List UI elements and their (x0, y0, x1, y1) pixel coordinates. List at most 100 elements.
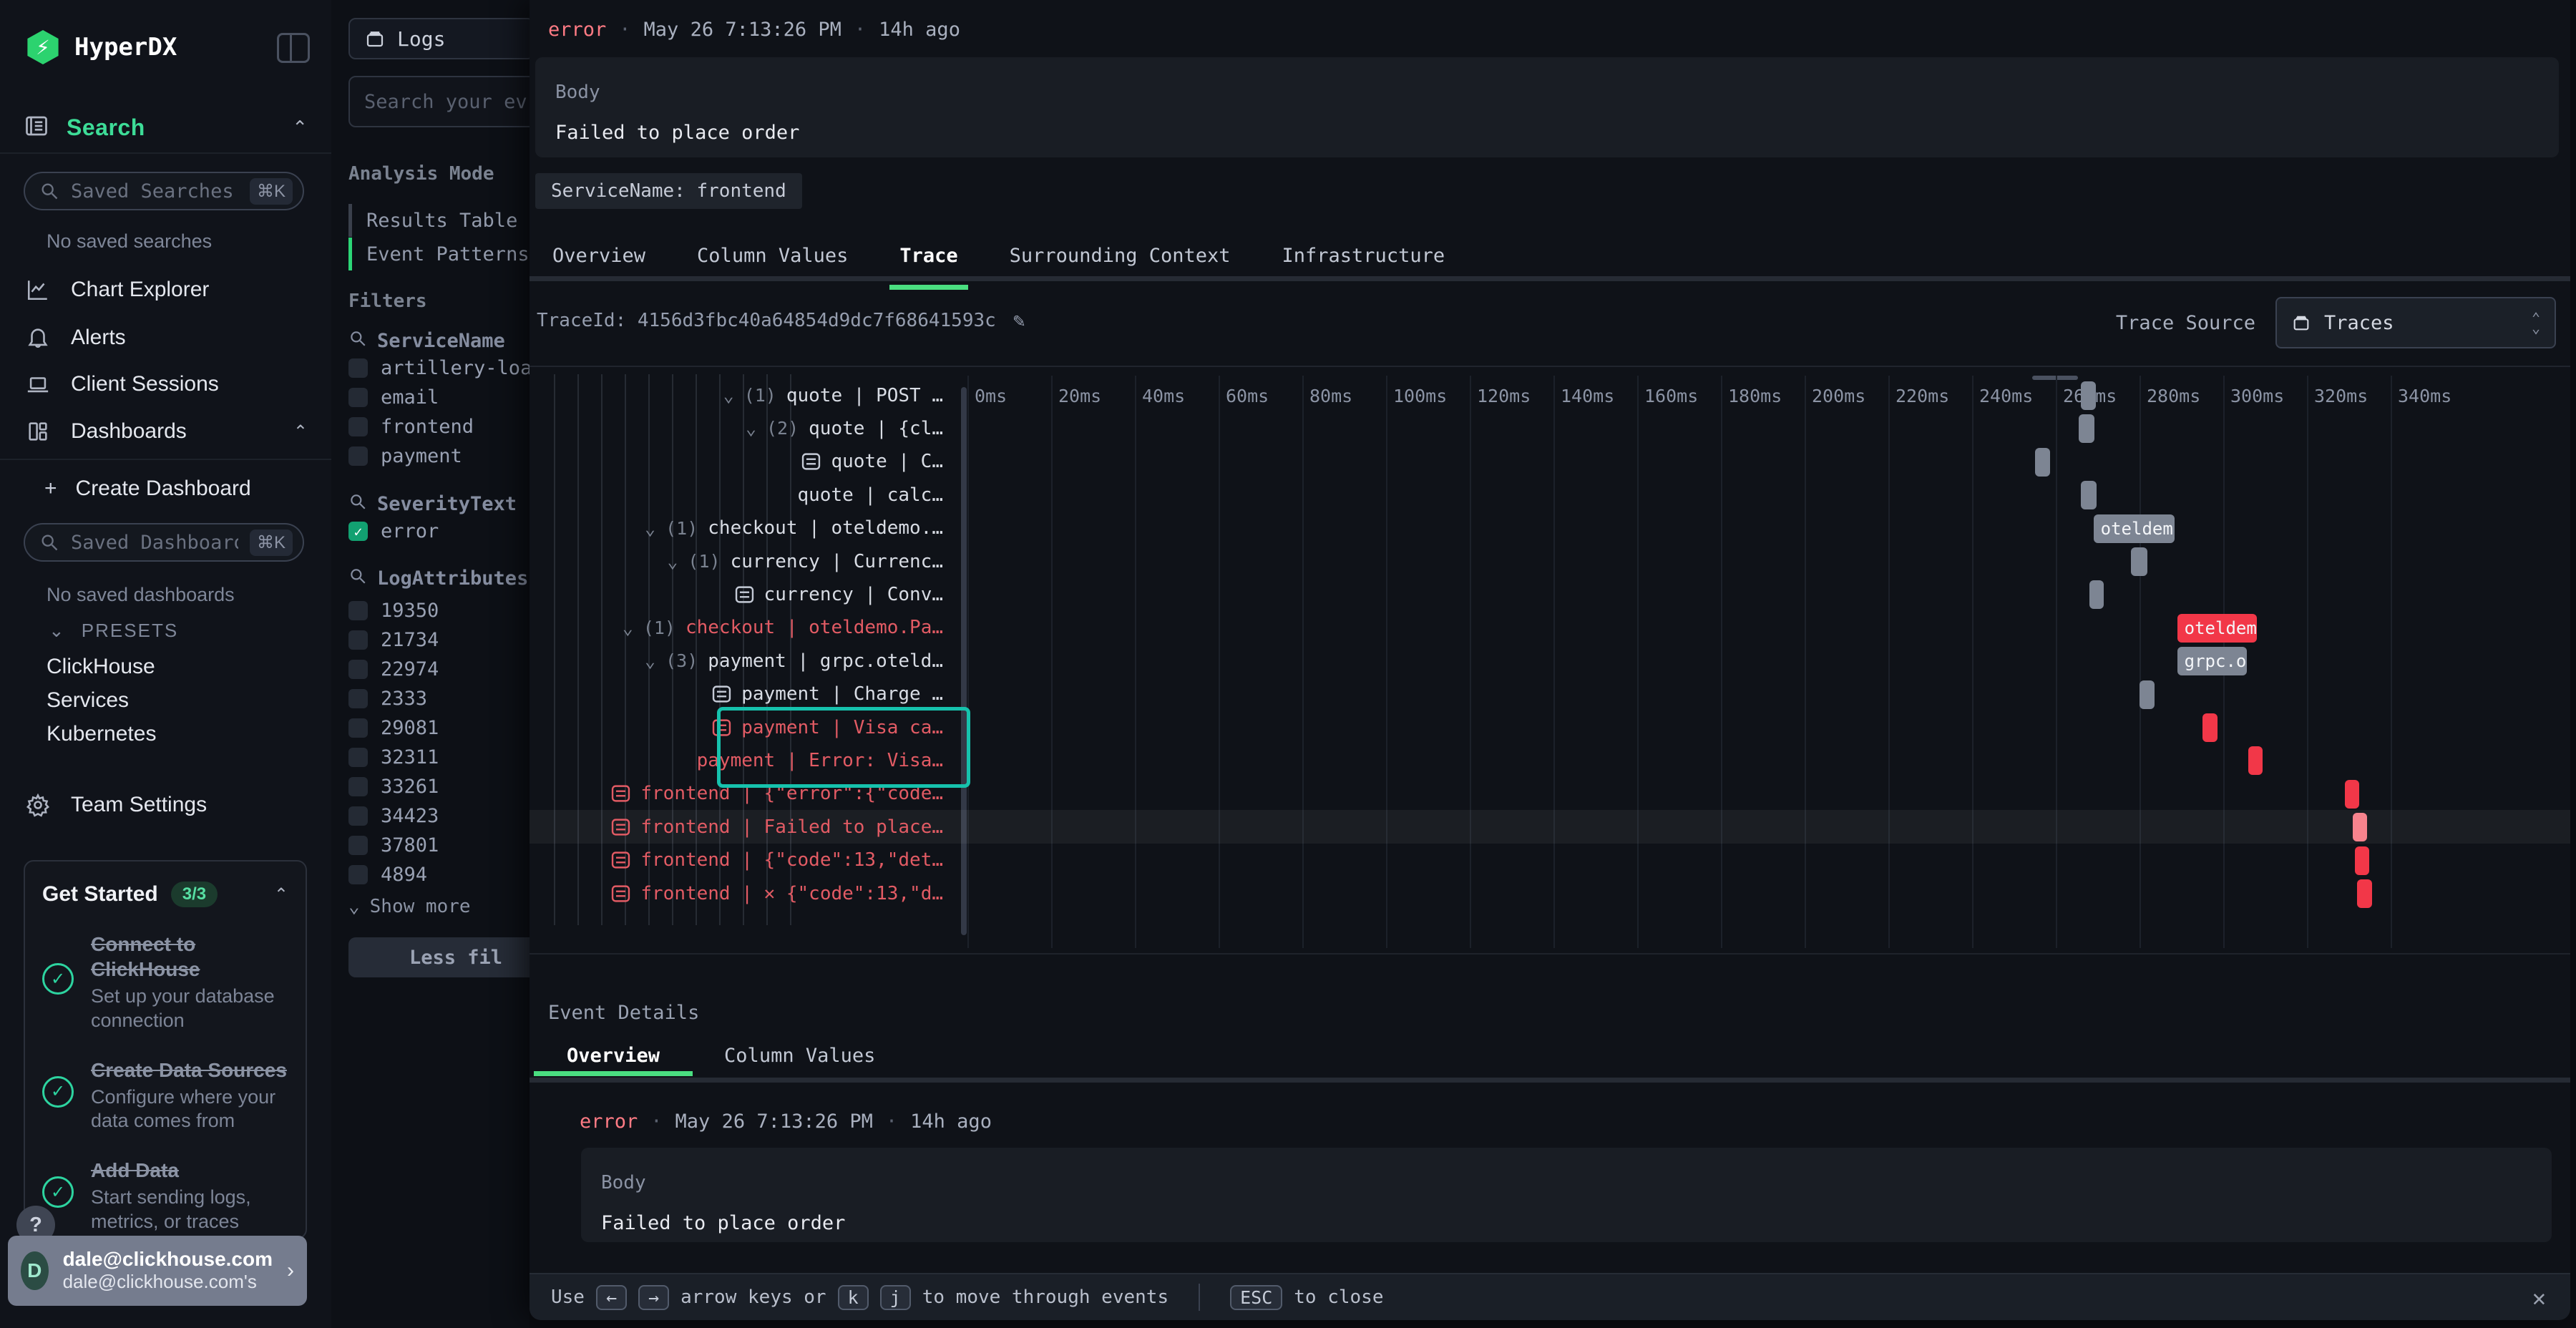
span-duration-bar[interactable] (2357, 879, 2372, 908)
span-duration-bar[interactable]: oteldem (2094, 514, 2175, 543)
span-row-label[interactable]: ⌄(2)quote | {cl… (530, 411, 956, 445)
filter-option-29081[interactable]: 29081 (348, 717, 439, 739)
span-duration-bar[interactable] (2202, 713, 2218, 742)
get-started-item[interactable]: ✓Add DataStart sending logs, metrics, or… (42, 1158, 288, 1234)
chevron-up-icon[interactable]: ⌃ (292, 117, 308, 139)
tab-surrounding-context[interactable]: Surrounding Context (1010, 245, 1231, 270)
span-duration-bar[interactable] (2345, 780, 2359, 809)
span-duration-bar[interactable] (2355, 846, 2369, 875)
filter-option-33261[interactable]: 33261 (348, 776, 439, 798)
span-row-label[interactable]: quote | calc… (530, 478, 956, 512)
chevron-up-icon[interactable]: ⌃ (293, 421, 308, 442)
checkbox-checked[interactable]: ✓ (348, 522, 368, 541)
show-more-toggle[interactable]: ⌄ Show more (348, 896, 471, 917)
sidebar-collapse-icon[interactable] (277, 33, 310, 63)
checkbox-unchecked[interactable] (348, 689, 368, 708)
analysis-mode-results-table[interactable]: Results Table (348, 204, 517, 237)
get-started-item[interactable]: ✓Create Data SourcesConfigure where your… (42, 1058, 288, 1134)
filter-option-34423[interactable]: 34423 (348, 805, 439, 827)
span-duration-bar[interactable] (2081, 381, 2096, 410)
tab-trace[interactable]: Trace (899, 245, 957, 270)
span-duration-bar[interactable]: grpc.o (2177, 647, 2247, 675)
span-duration-bar[interactable] (2131, 547, 2147, 576)
filter-option-2333[interactable]: 2333 (348, 688, 427, 710)
span-duration-bar[interactable] (2089, 580, 2104, 609)
timeline-scrollbar-thumb[interactable] (2032, 376, 2078, 380)
tab-overview[interactable]: Overview (552, 245, 645, 270)
checkbox-unchecked[interactable] (348, 660, 368, 679)
span-row-label[interactable]: ⌄(1)quote | POST … (530, 379, 956, 412)
span-duration-bar[interactable] (2248, 746, 2263, 775)
sidebar-item-chart-explorer[interactable]: Chart Explorer (24, 278, 308, 302)
checkbox-unchecked[interactable] (348, 718, 368, 738)
event-details-tab-overview[interactable]: Overview (567, 1045, 660, 1067)
checkbox-unchecked[interactable] (348, 388, 368, 407)
close-icon[interactable]: ✕ (2532, 1284, 2546, 1312)
sidebar-item-search[interactable]: Search ⌃ (24, 113, 308, 142)
sidebar-item-preset-kubernetes[interactable]: Kubernetes (47, 722, 156, 746)
sidebar-item-preset-clickhouse[interactable]: ClickHouse (47, 655, 155, 679)
saved-dashboards-input[interactable]: Saved Dashboards ⌘K (24, 523, 304, 562)
sidebar-item-preset-services[interactable]: Services (47, 688, 129, 713)
filter-option-4894[interactable]: 4894 (348, 864, 427, 886)
checkbox-unchecked[interactable] (348, 865, 368, 884)
filter-option-error[interactable]: ✓error (348, 520, 439, 542)
checkbox-unchecked[interactable] (348, 417, 368, 436)
chevron-down-icon[interactable]: ⌄ (645, 518, 655, 539)
sidebar-item-client-sessions[interactable]: Client Sessions (24, 372, 308, 396)
edit-pencil-icon[interactable]: ✎ (1013, 308, 1025, 332)
checkbox-unchecked[interactable] (348, 836, 368, 855)
filter-option-22974[interactable]: 22974 (348, 658, 439, 680)
checkbox-unchecked[interactable] (348, 358, 368, 378)
trace-source-select[interactable]: Traces ⌃⌄ (2275, 297, 2556, 348)
span-duration-bar[interactable] (2079, 414, 2094, 443)
checkbox-unchecked[interactable] (348, 446, 368, 466)
span-duration-bar[interactable] (2035, 448, 2050, 477)
tab-infrastructure[interactable]: Infrastructure (1282, 245, 1445, 270)
chevron-up-icon[interactable]: ⌃ (274, 884, 288, 905)
span-duration-bar[interactable] (2081, 481, 2097, 509)
filter-option-payment[interactable]: payment (348, 445, 462, 467)
tab-column-values[interactable]: Column Values (697, 245, 848, 270)
span-row-label[interactable]: ⌄(1)currency | Currenc… (530, 545, 956, 578)
filter-option-artillery-loa[interactable]: artillery-loa (348, 357, 530, 379)
checkbox-unchecked[interactable] (348, 748, 368, 767)
filter-option-19350[interactable]: 19350 (348, 600, 439, 622)
less-filters-button[interactable]: Less fil (348, 937, 530, 977)
chevron-down-icon[interactable]: ⌄ (723, 385, 734, 406)
analysis-mode-event-patterns[interactable]: Event Patterns (348, 238, 530, 270)
saved-searches-input[interactable]: Saved Searches ⌘K (24, 172, 304, 210)
get-started-item[interactable]: ✓Connect to ClickHouseSet up your databa… (42, 932, 288, 1033)
filter-option-frontend[interactable]: frontend (348, 416, 474, 438)
filter-option-32311[interactable]: 32311 (348, 746, 439, 768)
checkbox-unchecked[interactable] (348, 806, 368, 826)
user-menu[interactable]: D dale@clickhouse.com dale@clickhouse.co… (8, 1236, 307, 1306)
span-row-label[interactable]: currency | Conv… (530, 577, 956, 611)
span-duration-bar[interactable] (2353, 813, 2367, 841)
sidebar-item-team-settings[interactable]: Team Settings (24, 793, 308, 817)
chevron-down-icon[interactable]: ⌄ (645, 650, 655, 671)
span-row-label[interactable]: quote | C… (530, 445, 956, 479)
checkbox-unchecked[interactable] (348, 601, 368, 620)
waterfall-scrollbar[interactable] (961, 387, 967, 935)
event-search-input[interactable]: Search your ev (348, 76, 530, 127)
sidebar-item-dashboards[interactable]: Dashboards ⌃ (24, 419, 308, 444)
presets-toggle[interactable]: ⌄ PRESETS (49, 620, 178, 642)
checkbox-unchecked[interactable] (348, 630, 368, 650)
sidebar-item-alerts[interactable]: Alerts (24, 326, 308, 350)
source-select-button[interactable]: Logs (348, 18, 530, 59)
logo[interactable]: ⚡ HyperDX (26, 30, 177, 64)
span-row-label[interactable]: frontend | Failed to place… (530, 810, 956, 844)
span-duration-bar[interactable] (2140, 680, 2155, 709)
chevron-down-icon[interactable]: ⌄ (667, 551, 678, 572)
filter-option-37801[interactable]: 37801 (348, 834, 439, 856)
span-row-label[interactable]: ⌄(1)checkout | oteldemo.Pa… (530, 611, 956, 645)
span-row-label[interactable]: payment | Charge … (530, 678, 956, 711)
chevron-down-icon[interactable]: ⌄ (623, 617, 633, 638)
create-dashboard-button[interactable]: + Create Dashboard (44, 477, 251, 501)
span-row-label[interactable]: ⌄(3)payment | grpc.oteld… (530, 644, 956, 678)
filter-option-21734[interactable]: 21734 (348, 629, 439, 651)
event-details-tab-column-values[interactable]: Column Values (724, 1045, 875, 1067)
chevron-down-icon[interactable]: ⌄ (746, 418, 756, 439)
span-row-label[interactable]: frontend | {"code":13,"det… (530, 844, 956, 877)
